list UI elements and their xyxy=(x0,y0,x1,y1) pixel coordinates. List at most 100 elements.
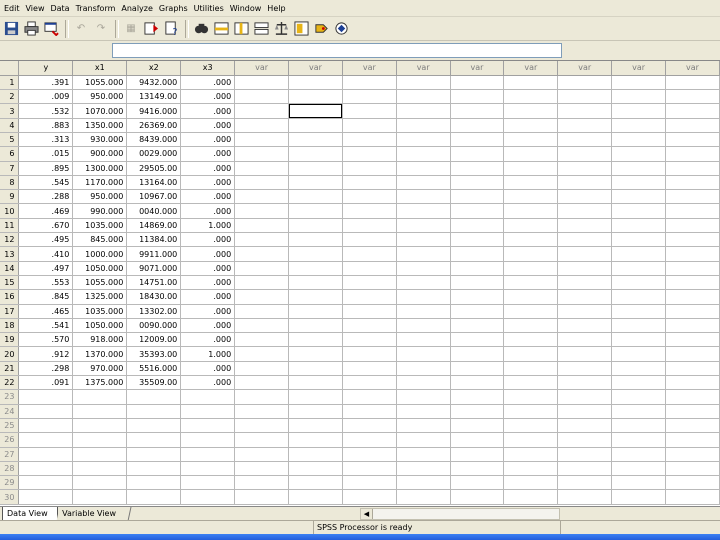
data-cell[interactable] xyxy=(288,75,343,91)
data-cell[interactable]: .000 xyxy=(180,318,236,334)
data-cell[interactable] xyxy=(450,146,505,162)
data-cell[interactable] xyxy=(450,318,505,334)
data-cell[interactable] xyxy=(557,261,613,276)
data-cell[interactable] xyxy=(396,118,451,133)
data-cell[interactable] xyxy=(18,447,74,462)
data-cell[interactable] xyxy=(288,404,343,419)
data-cell[interactable] xyxy=(234,246,290,262)
data-cell[interactable] xyxy=(180,489,236,505)
data-cell[interactable]: .845 xyxy=(18,289,74,305)
row-header[interactable]: 5 xyxy=(0,132,20,148)
data-cell[interactable]: 1050.000 xyxy=(72,318,128,334)
data-cell[interactable] xyxy=(288,447,343,462)
data-cell[interactable] xyxy=(557,304,613,319)
data-cell[interactable] xyxy=(396,461,451,477)
data-cell[interactable] xyxy=(234,447,290,462)
data-cell[interactable] xyxy=(126,432,182,448)
data-cell[interactable] xyxy=(450,461,505,477)
data-cell[interactable]: 8439.000 xyxy=(126,132,182,148)
data-cell[interactable]: 1050.000 xyxy=(72,261,128,276)
data-cell[interactable] xyxy=(234,261,290,276)
data-cell[interactable] xyxy=(396,161,451,176)
data-cell[interactable] xyxy=(342,461,397,477)
data-cell[interactable] xyxy=(396,275,451,291)
data-cell[interactable] xyxy=(126,389,182,405)
data-cell[interactable]: .091 xyxy=(18,375,74,391)
data-cell[interactable] xyxy=(234,89,290,105)
menu-transform[interactable]: Transform xyxy=(73,1,119,16)
data-cell[interactable]: 0029.000 xyxy=(126,146,182,162)
data-cell[interactable] xyxy=(503,418,559,434)
value-labels-icon[interactable] xyxy=(312,20,330,38)
data-cell[interactable] xyxy=(665,103,720,119)
menu-help[interactable]: Help xyxy=(264,1,288,16)
data-cell[interactable] xyxy=(234,161,290,176)
tab-data-view[interactable]: Data View xyxy=(2,507,58,521)
data-cell[interactable] xyxy=(180,475,236,491)
data-cell[interactable]: .000 xyxy=(180,289,236,305)
data-cell[interactable] xyxy=(611,161,667,176)
column-header-var[interactable]: var xyxy=(503,61,559,76)
data-cell[interactable] xyxy=(234,203,290,219)
data-cell[interactable] xyxy=(503,232,559,248)
data-cell[interactable] xyxy=(234,118,290,133)
data-cell[interactable] xyxy=(234,318,290,334)
variables-icon[interactable]: ? xyxy=(162,20,180,38)
data-cell[interactable]: 1.000 xyxy=(180,218,236,234)
data-cell[interactable] xyxy=(557,75,613,91)
data-cell[interactable]: 918.000 xyxy=(72,332,128,348)
data-cell[interactable]: .912 xyxy=(18,346,74,362)
menu-graphs[interactable]: Graphs xyxy=(156,1,191,16)
data-cell[interactable] xyxy=(288,489,343,505)
data-cell[interactable] xyxy=(665,203,720,219)
data-cell[interactable] xyxy=(611,361,667,377)
data-cell[interactable] xyxy=(450,404,505,419)
insert-variable-icon[interactable] xyxy=(232,20,250,38)
data-cell[interactable] xyxy=(342,146,397,162)
data-cell[interactable]: 10967.00 xyxy=(126,189,182,205)
data-cell[interactable] xyxy=(396,289,451,305)
data-cell[interactable] xyxy=(557,175,613,191)
data-cell[interactable] xyxy=(611,203,667,219)
data-cell[interactable] xyxy=(234,304,290,319)
data-cell[interactable] xyxy=(665,361,720,377)
data-cell[interactable]: 35509.00 xyxy=(126,375,182,391)
data-cell[interactable] xyxy=(288,389,343,405)
data-cell[interactable] xyxy=(126,447,182,462)
data-cell[interactable] xyxy=(288,246,343,262)
data-cell[interactable]: .000 xyxy=(180,375,236,391)
data-cell[interactable] xyxy=(557,218,613,234)
data-cell[interactable] xyxy=(126,475,182,491)
data-cell[interactable] xyxy=(665,489,720,505)
data-cell[interactable]: .000 xyxy=(180,332,236,348)
data-cell[interactable] xyxy=(450,375,505,391)
data-cell[interactable] xyxy=(503,447,559,462)
data-cell[interactable] xyxy=(503,289,559,305)
data-cell[interactable]: .410 xyxy=(18,246,74,262)
data-cell[interactable] xyxy=(665,447,720,462)
column-header-var[interactable]: var xyxy=(342,61,397,76)
row-header[interactable]: 4 xyxy=(0,118,20,133)
find-icon[interactable] xyxy=(192,20,210,38)
horizontal-scrollbar[interactable]: ◀ xyxy=(360,508,560,520)
data-cell[interactable] xyxy=(503,489,559,505)
data-cell[interactable] xyxy=(396,332,451,348)
data-cell[interactable] xyxy=(288,161,343,176)
data-cell[interactable] xyxy=(342,418,397,434)
data-cell[interactable] xyxy=(557,118,613,133)
data-cell[interactable] xyxy=(557,232,613,248)
data-cell[interactable]: 29505.00 xyxy=(126,161,182,176)
row-header[interactable]: 21 xyxy=(0,361,20,377)
data-cell[interactable] xyxy=(18,461,74,477)
data-cell[interactable] xyxy=(72,461,128,477)
data-cell[interactable] xyxy=(557,189,613,205)
data-cell[interactable] xyxy=(450,103,505,119)
data-cell[interactable]: 1035.000 xyxy=(72,304,128,319)
data-cell[interactable]: .288 xyxy=(18,189,74,205)
data-cell[interactable]: 9416.000 xyxy=(126,103,182,119)
data-cell[interactable] xyxy=(234,275,290,291)
data-cell[interactable] xyxy=(665,246,720,262)
data-cell[interactable] xyxy=(342,132,397,148)
data-cell[interactable] xyxy=(288,432,343,448)
data-cell[interactable] xyxy=(665,232,720,248)
